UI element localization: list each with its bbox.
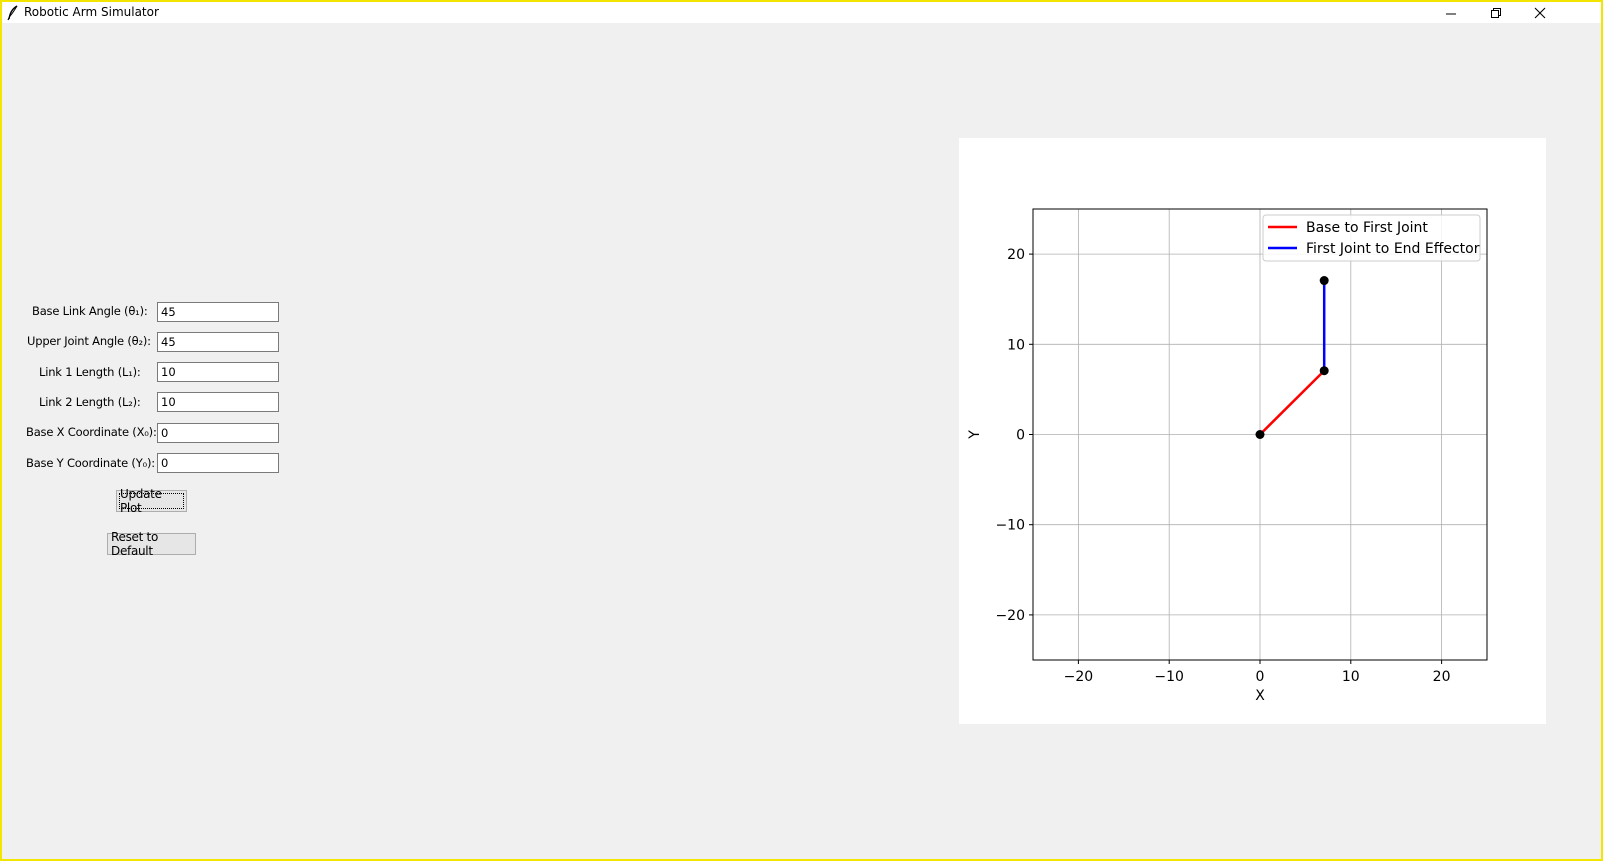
label-link1-length: Link 1 Length (L₁):	[39, 365, 141, 379]
y-tick-label: 0	[1016, 428, 1025, 444]
base-x-input[interactable]	[157, 423, 279, 443]
close-button[interactable]	[1518, 2, 1562, 23]
upper-joint-angle-input[interactable]	[157, 332, 279, 352]
plot-canvas: −20 −10 0 10 20 −20 −10 0 10 20 X Y Base to First Jo…	[959, 138, 1546, 724]
feather-icon	[7, 5, 18, 21]
x-tick-label: −10	[1154, 669, 1184, 685]
legend-label-1: Base to First Joint	[1306, 220, 1428, 236]
label-upper-joint-angle: Upper Joint Angle (θ₂):	[27, 334, 151, 348]
y-tick-label: −20	[995, 608, 1025, 624]
reset-default-button[interactable]: Reset to Default	[107, 530, 196, 558]
link1-length-input[interactable]	[157, 362, 279, 382]
minimize-button[interactable]	[1429, 2, 1473, 23]
label-link2-length: Link 2 Length (L₂):	[39, 395, 141, 409]
x-axis-label: X	[1255, 688, 1265, 704]
base-y-input[interactable]	[157, 453, 279, 473]
base-link-angle-input[interactable]	[157, 302, 279, 322]
close-icon	[1534, 7, 1546, 18]
label-base-y: Base Y Coordinate (Y₀):	[26, 456, 155, 470]
x-tick-label: 10	[1342, 669, 1360, 685]
y-tick-label: 20	[1007, 247, 1025, 263]
legend-label-2: First Joint to End Effector	[1306, 241, 1480, 257]
y-tick-label: −10	[995, 518, 1025, 534]
x-tick-label: 0	[1256, 669, 1265, 685]
arm-plot: −20 −10 0 10 20 −20 −10 0 10 20 X Y Base to First Jo…	[967, 208, 1488, 704]
minimize-icon	[1446, 13, 1456, 14]
restore-button[interactable]	[1474, 2, 1518, 23]
x-tick-label: 20	[1433, 669, 1451, 685]
label-base-x: Base X Coordinate (X₀):	[26, 425, 157, 439]
title-bar[interactable]: Robotic Arm Simulator	[2, 2, 1601, 23]
series-line-1	[1259, 369, 1326, 436]
update-plot-button[interactable]: Update Plot	[116, 487, 187, 515]
label-base-link-angle: Base Link Angle (θ₁):	[32, 304, 148, 318]
window-title: Robotic Arm Simulator	[24, 5, 159, 19]
link2-length-input[interactable]	[157, 392, 279, 412]
restore-icon	[1491, 7, 1501, 18]
y-tick-label: 10	[1007, 337, 1025, 353]
joint-marker	[1255, 430, 1265, 439]
x-tick-label: −20	[1064, 669, 1094, 685]
joint-marker	[1319, 366, 1329, 376]
joint-marker	[1319, 276, 1329, 286]
y-axis-label: Y	[967, 430, 983, 440]
